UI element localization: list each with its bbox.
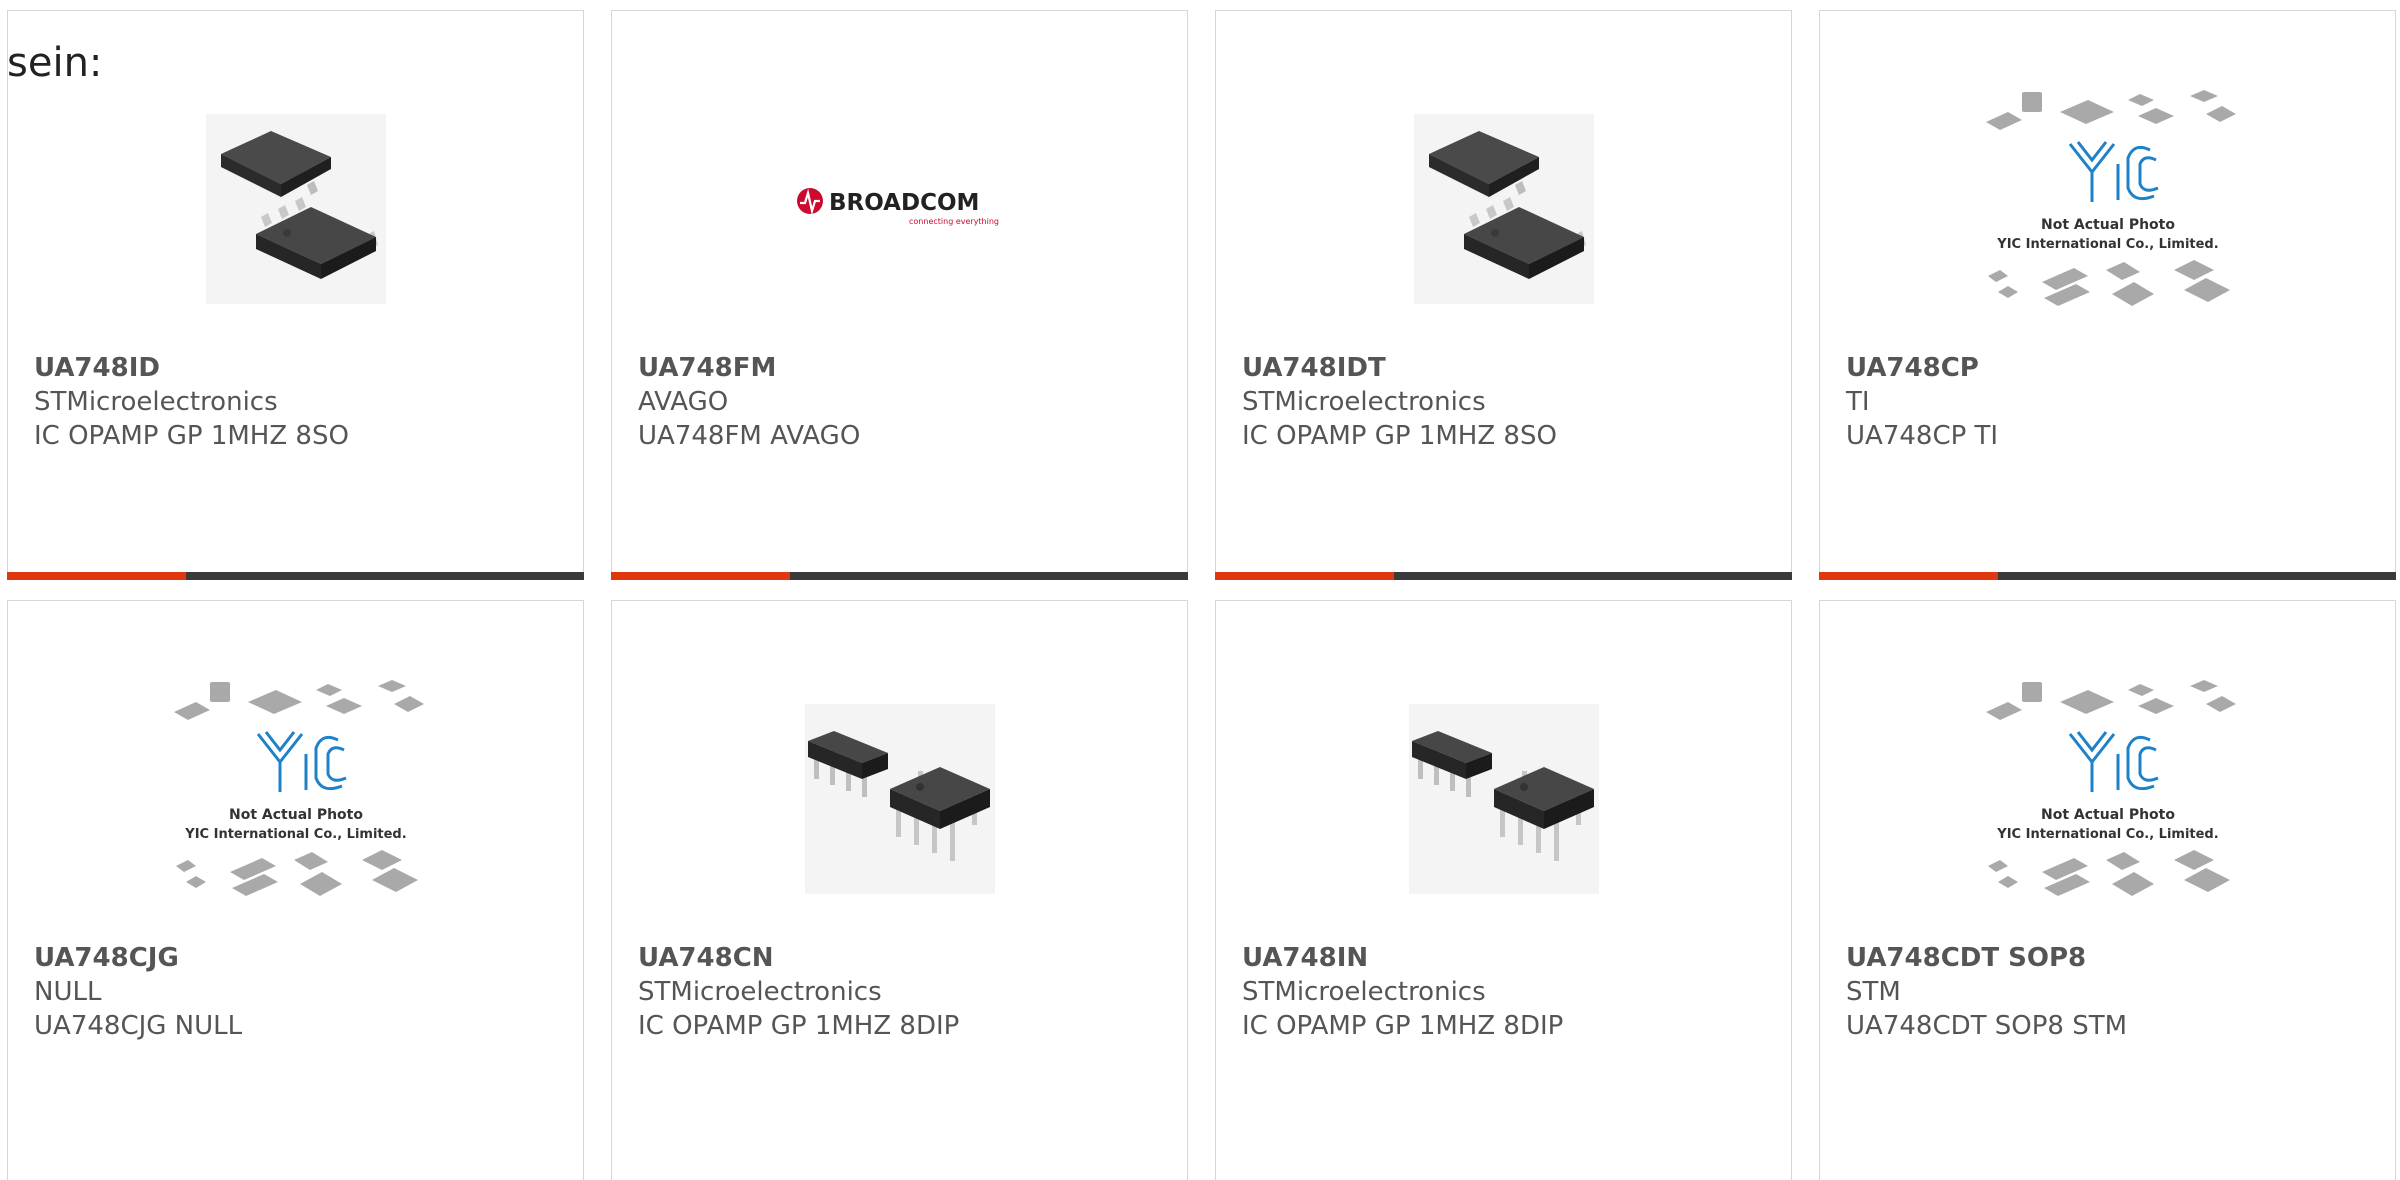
part-number[interactable]: UA748CP [1846,351,2385,385]
product-image-soic-8[interactable] [166,81,426,336]
manufacturer: STMicroelectronics [638,977,882,1007]
card-footer-accent [611,572,790,580]
manufacturer: TI [1846,387,1870,417]
part-number[interactable]: UA748CDT SOP8 [1846,941,2385,975]
part-number[interactable]: UA748CJG [34,941,573,975]
description: UA748CDT SOP8 STM [1846,1011,2128,1041]
part-number[interactable]: UA748ID [34,351,573,385]
product-image-dip-8[interactable] [770,671,1030,926]
card-footer-bar [7,572,584,580]
description: IC OPAMP GP 1MHZ 8SO [1242,421,1557,451]
product-card[interactable]: Not Actual Photo YIC International Co., … [1819,600,2396,1180]
product-image-soic-8[interactable] [1374,81,1634,336]
part-number[interactable]: UA748IN [1242,941,1781,975]
description: UA748CJG NULL [34,1011,243,1041]
card-footer-accent [7,572,186,580]
part-number[interactable]: UA748IDT [1242,351,1781,385]
description: IC OPAMP GP 1MHZ 8DIP [1242,1011,1564,1041]
placeholder-line2: YIC International Co., Limited. [184,827,406,842]
placeholder-line2: YIC International Co., Limited. [1996,237,2218,252]
manufacturer: STM [1846,977,1901,1007]
description: IC OPAMP GP 1MHZ 8DIP [638,1011,960,1041]
product-card[interactable]: UA748ID STMicroelectronics IC OPAMP GP 1… [7,10,584,580]
description: UA748CP TI [1846,421,1999,451]
placeholder-line2: YIC International Co., Limited. [1996,827,2218,842]
card-footer-bar [1819,572,2396,580]
product-card[interactable]: UA748CN STMicroelectronics IC OPAMP GP 1… [611,600,1188,1180]
intro-text: sein: [7,40,103,86]
broadcom-logo-text: BROADCOM [829,190,979,216]
product-card[interactable]: UA748IN STMicroelectronics IC OPAMP GP 1… [1215,600,1792,1180]
card-footer-bar [611,572,1188,580]
placeholder-line1: Not Actual Photo [2041,807,2175,823]
broadcom-tagline: connecting everything [909,217,999,226]
description: IC OPAMP GP 1MHZ 8SO [34,421,349,451]
placeholder-line1: Not Actual Photo [2041,217,2175,233]
manufacturer: STMicroelectronics [1242,387,1486,417]
product-image-yic-placeholder[interactable]: Not Actual Photo YIC International Co., … [1978,671,2238,926]
placeholder-line1: Not Actual Photo [229,807,363,823]
product-image-broadcom-logo[interactable]: BROADCOM connecting everything [770,81,1030,336]
manufacturer: AVAGO [638,387,729,417]
product-image-yic-placeholder[interactable]: Not Actual Photo YIC International Co., … [1978,81,2238,336]
part-number[interactable]: UA748FM [638,351,1177,385]
description: UA748FM AVAGO [638,421,861,451]
product-image-yic-placeholder[interactable]: Not Actual Photo YIC International Co., … [166,671,426,926]
product-card[interactable]: Not Actual Photo YIC International Co., … [1819,10,2396,580]
product-card[interactable]: UA748IDT STMicroelectronics IC OPAMP GP … [1215,10,1792,580]
card-footer-bar [1215,572,1792,580]
manufacturer: NULL [34,977,102,1007]
manufacturer: STMicroelectronics [1242,977,1486,1007]
card-footer-accent [1819,572,1998,580]
part-number[interactable]: UA748CN [638,941,1177,975]
product-card[interactable]: BROADCOM connecting everything UA748FM A… [611,10,1188,580]
product-card[interactable]: Not Actual Photo YIC International Co., … [7,600,584,1180]
manufacturer: STMicroelectronics [34,387,278,417]
card-footer-accent [1215,572,1394,580]
product-image-dip-8[interactable] [1374,671,1634,926]
